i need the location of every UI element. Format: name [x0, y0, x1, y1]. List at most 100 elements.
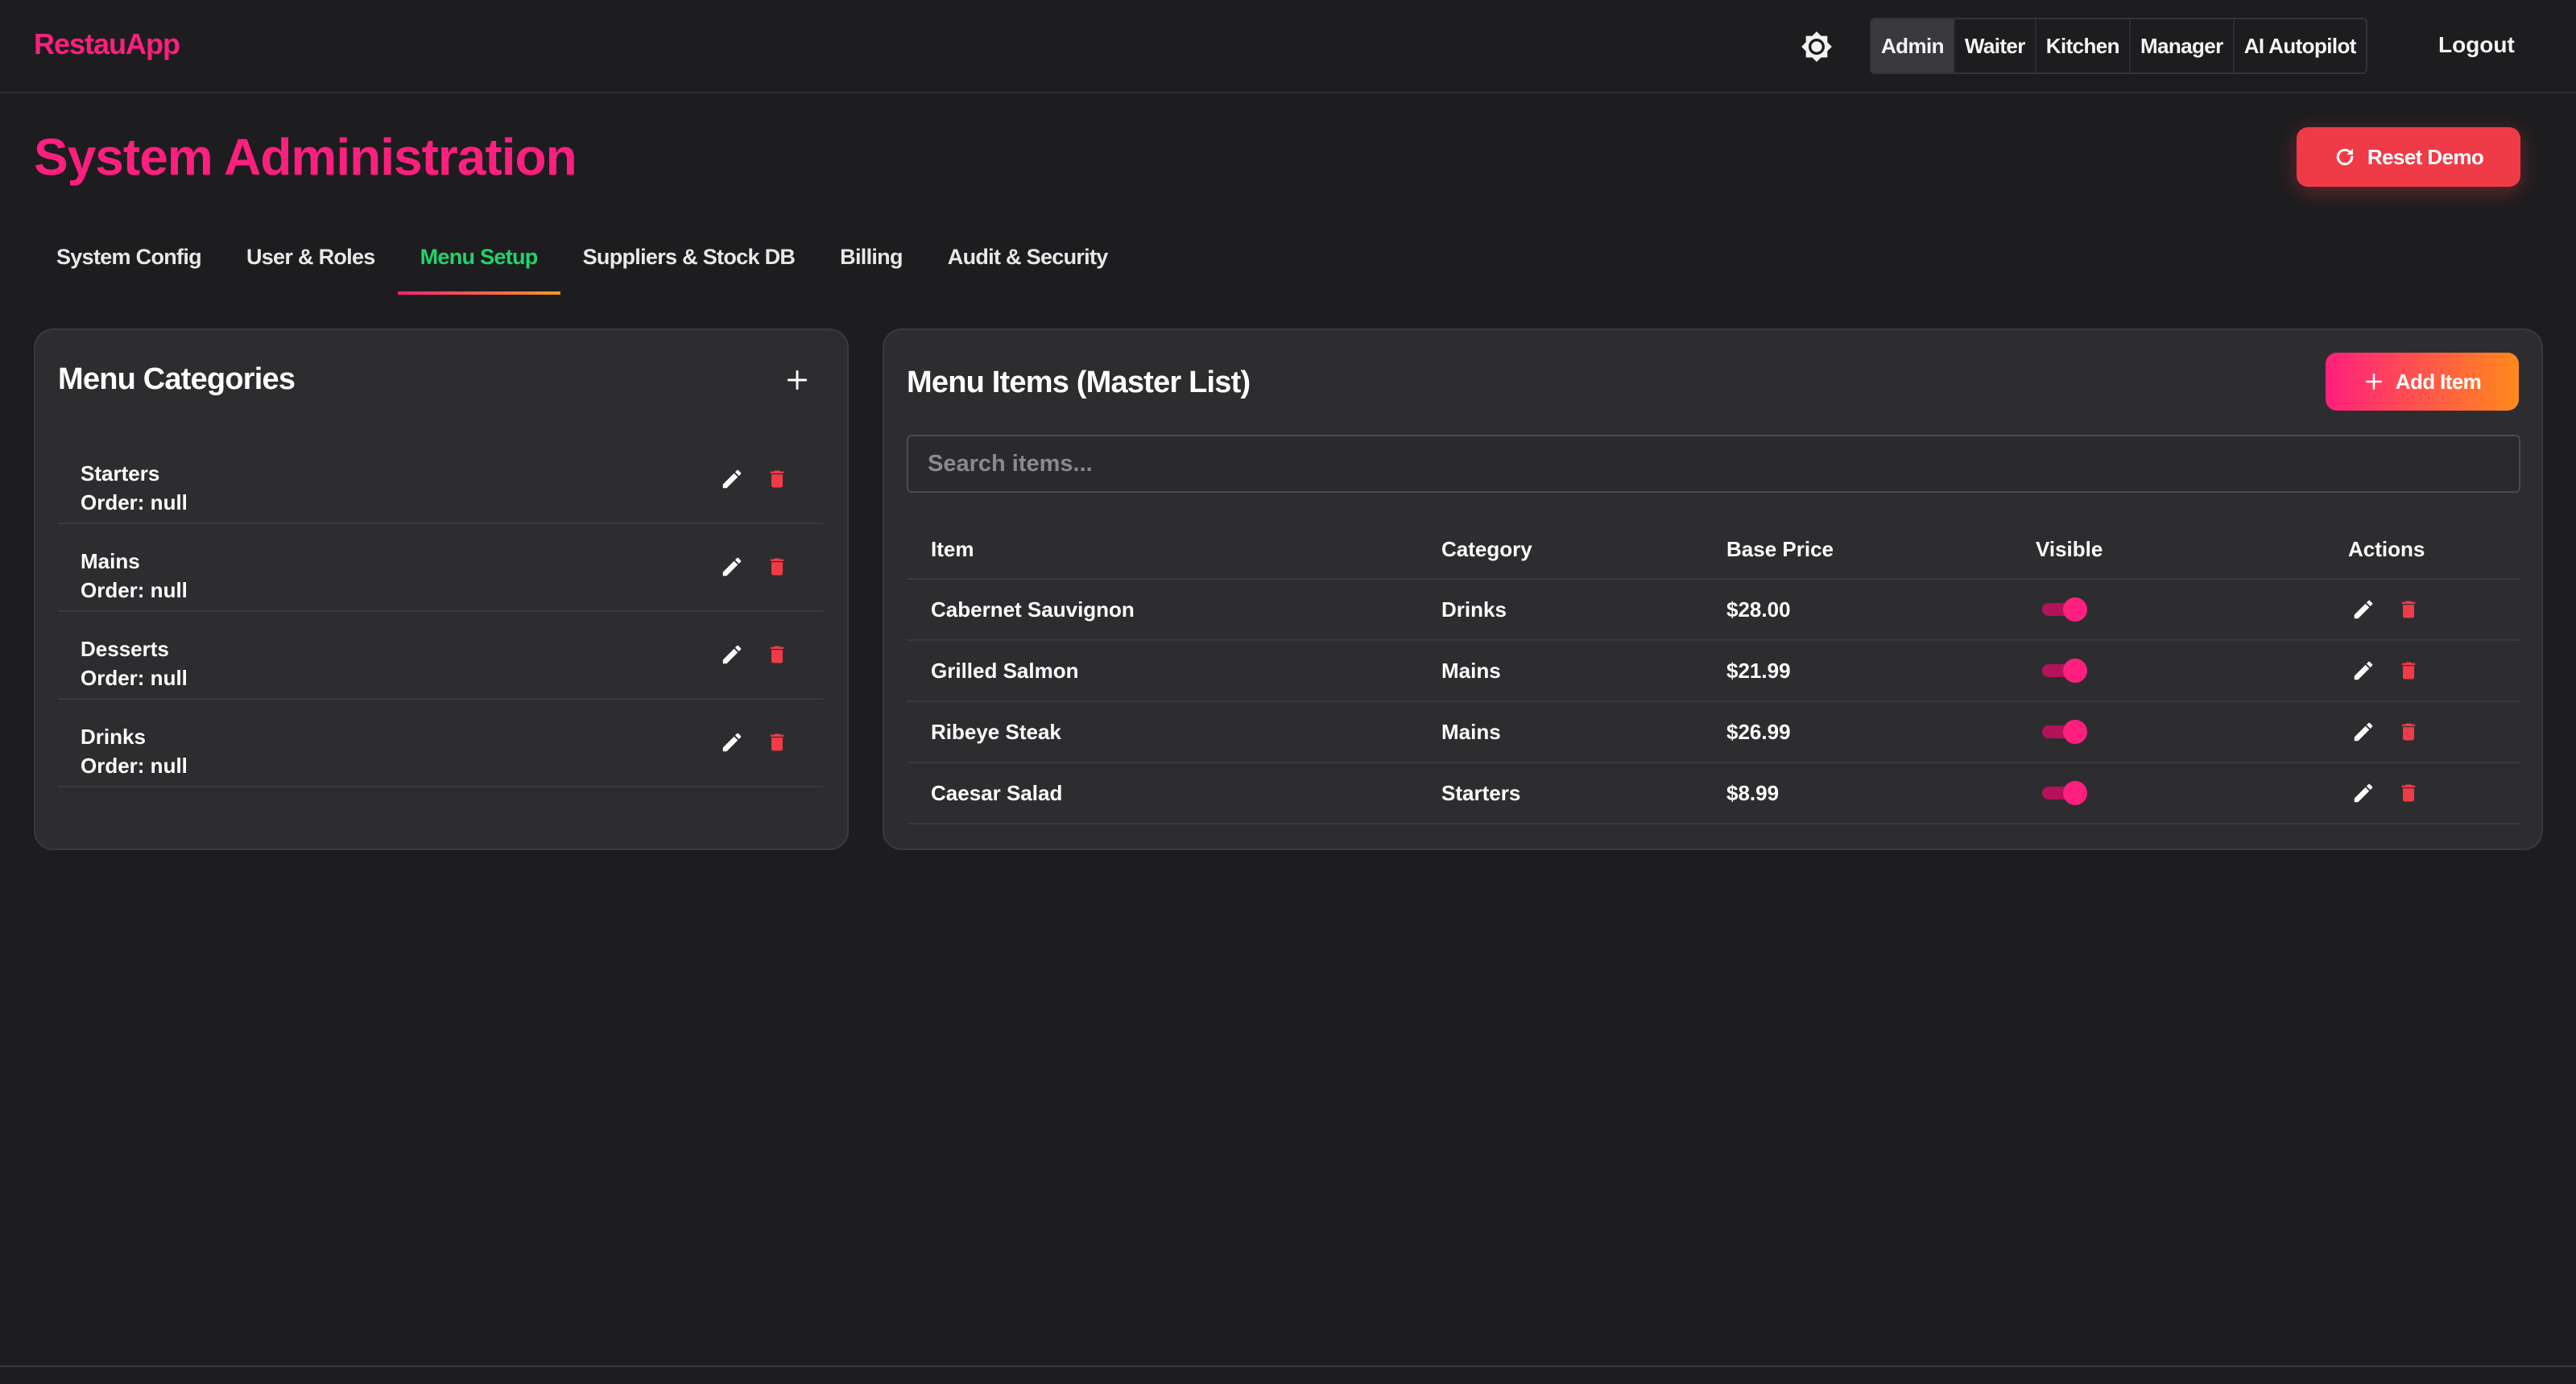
actions-cell [2350, 763, 2422, 823]
delete-category-button[interactable] [763, 729, 791, 756]
category-name: Starters [81, 461, 160, 485]
menu-categories-card: Menu Categories Starters Order: null Mai… [34, 328, 849, 850]
menu-items-card: Menu Items (Master List) Add Item Item C… [883, 328, 2543, 850]
item-name-cell: Cabernet Sauvignon [931, 597, 1135, 622]
plus-icon [787, 370, 808, 390]
menu-items-title: Menu Items (Master List) [907, 366, 1251, 399]
visible-cell [2042, 641, 2087, 700]
trash-icon [770, 558, 784, 576]
tab-system-config[interactable]: System Config [34, 233, 224, 295]
delete-item-button[interactable] [2395, 596, 2422, 623]
item-category-cell: Mains [1441, 658, 1501, 683]
role-waiter-button[interactable]: Waiter [1955, 19, 2036, 72]
menu-items-table: Item Category Base Price Visible Actions… [907, 520, 2520, 824]
item-category-cell: Mains [1441, 719, 1501, 744]
trash-icon [2401, 784, 2416, 802]
logout-button[interactable]: Logout [2438, 32, 2515, 58]
reset-demo-button[interactable]: Reset Demo [2297, 127, 2520, 187]
brand-logo[interactable]: RestauApp [34, 27, 180, 61]
brightness-icon [1801, 31, 1832, 62]
trash-icon [770, 470, 784, 488]
item-price-cell: $26.99 [1726, 719, 1791, 744]
edit-item-button[interactable] [2350, 657, 2377, 684]
item-price-cell: $21.99 [1726, 658, 1791, 683]
role-ai-autopilot-button[interactable]: AI Autopilot [2235, 19, 2366, 72]
edit-item-button[interactable] [2350, 779, 2377, 807]
role-manager-button[interactable]: Manager [2131, 19, 2235, 72]
table-row: Cabernet Sauvignon Drinks $28.00 [907, 580, 2520, 641]
tab-menu-setup[interactable]: Menu Setup [397, 233, 560, 295]
edit-category-button[interactable] [718, 465, 746, 493]
visible-toggle[interactable] [2042, 720, 2087, 744]
add-category-button[interactable] [779, 362, 815, 398]
theme-toggle-button[interactable] [1797, 27, 1836, 66]
top-bar: RestauApp Admin Waiter Kitchen Manager A… [0, 0, 2576, 93]
tab-audit-security[interactable]: Audit & Security [925, 233, 1131, 295]
delete-category-button[interactable] [763, 553, 791, 580]
pencil-icon [2354, 661, 2373, 680]
delete-category-button[interactable] [763, 641, 791, 668]
item-name-cell: Caesar Salad [931, 780, 1063, 805]
table-row: Caesar Salad Starters $8.99 [907, 763, 2520, 824]
item-name-cell: Ribeye Steak [931, 719, 1061, 744]
trash-icon [2401, 723, 2416, 741]
role-kitchen-button[interactable]: Kitchen [2036, 19, 2131, 72]
menu-categories-title: Menu Categories [58, 362, 296, 396]
page-title: System Administration [34, 128, 577, 186]
column-header-category[interactable]: Category [1441, 520, 1532, 578]
column-header-base-price[interactable]: Base Price [1726, 520, 1834, 578]
delete-item-button[interactable] [2395, 657, 2422, 684]
item-price-cell: $28.00 [1726, 597, 1791, 622]
role-admin-button[interactable]: Admin [1871, 19, 1955, 72]
pencil-icon [2354, 600, 2373, 619]
trash-icon [770, 733, 784, 751]
pencil-icon [2354, 783, 2373, 803]
tab-billing[interactable]: Billing [817, 233, 925, 295]
visible-toggle[interactable] [2042, 659, 2087, 683]
category-row: Desserts Order: null [58, 612, 823, 700]
tab-user-roles[interactable]: User & Roles [224, 233, 398, 295]
category-name: Mains [81, 549, 140, 573]
add-item-label: Add Item [2395, 369, 2482, 394]
item-price-cell: $8.99 [1726, 780, 1780, 805]
plus-icon [2365, 374, 2382, 390]
category-list: Starters Order: null Mains Order: null D… [58, 436, 823, 787]
delete-item-button[interactable] [2395, 718, 2422, 746]
search-items-input[interactable] [907, 435, 2520, 493]
visible-cell [2042, 702, 2087, 762]
pencil-icon [2354, 722, 2373, 742]
trash-icon [2401, 601, 2416, 618]
category-name: Drinks [81, 725, 146, 749]
column-header-visible[interactable]: Visible [2036, 520, 2103, 578]
category-row: Mains Order: null [58, 524, 823, 612]
add-item-button[interactable]: Add Item [2326, 353, 2519, 411]
visible-toggle[interactable] [2042, 781, 2087, 805]
edit-item-button[interactable] [2350, 596, 2377, 623]
category-order: Order: null [81, 490, 188, 514]
edit-category-button[interactable] [718, 641, 746, 668]
tab-suppliers-stock[interactable]: Suppliers & Stock DB [560, 233, 818, 295]
edit-category-button[interactable] [718, 553, 746, 580]
pencil-icon [722, 557, 742, 576]
role-switcher: Admin Waiter Kitchen Manager AI Autopilo… [1870, 18, 2367, 74]
trash-icon [2401, 662, 2416, 680]
category-row: Starters Order: null [58, 436, 823, 524]
edit-item-button[interactable] [2350, 718, 2377, 746]
category-order: Order: null [81, 754, 188, 778]
edit-category-button[interactable] [718, 729, 746, 756]
pencil-icon [722, 733, 742, 752]
pencil-icon [722, 469, 742, 489]
delete-item-button[interactable] [2395, 779, 2422, 807]
delete-category-button[interactable] [763, 465, 791, 493]
footer-divider [0, 1365, 2576, 1367]
category-order: Order: null [81, 578, 188, 602]
reset-demo-label: Reset Demo [2367, 144, 2484, 169]
pencil-icon [722, 645, 742, 664]
visible-toggle[interactable] [2042, 597, 2087, 622]
trash-icon [770, 646, 784, 663]
category-order: Order: null [81, 666, 188, 690]
actions-cell [2350, 641, 2422, 700]
item-category-cell: Starters [1441, 780, 1521, 805]
column-header-item[interactable]: Item [931, 520, 974, 578]
table-row: Ribeye Steak Mains $26.99 [907, 702, 2520, 763]
